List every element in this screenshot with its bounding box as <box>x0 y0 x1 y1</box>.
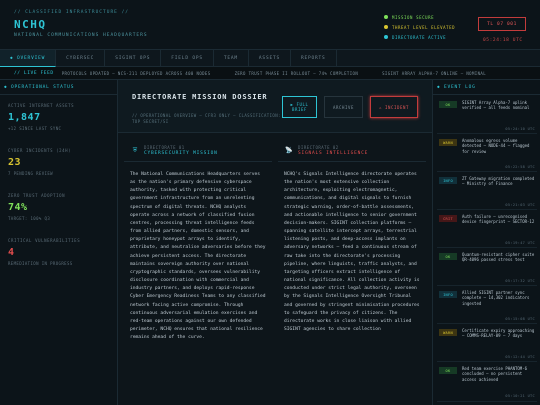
event-log-item[interactable]: CRIT Auth failure — unrecognised device … <box>437 212 537 248</box>
mission-dossier-panel: DIRECTORATE MISSION DOSSIER // OPERATION… <box>118 80 432 405</box>
severity-badge: OK <box>439 367 457 374</box>
tab-field-ops[interactable]: FIELD OPS <box>161 50 214 67</box>
status-directorate: DIRECTORATE ACTIVE <box>384 32 455 42</box>
app-logo[interactable]: NCHQ <box>14 18 47 31</box>
system-status-list: MISSION SECURE THREAT LEVEL ELEVATED DIR… <box>384 12 455 42</box>
metric-cyber-incidents: CYBER INCIDENTS (24H) 23 7 PENDING REVIE… <box>0 140 117 185</box>
severity-badge: WARN <box>439 329 457 336</box>
event-log-item[interactable]: WARN Certificate expiry approaching — CO… <box>437 326 537 362</box>
cyber-column-header: ⛨ DIRECTORATE 01 CYBERSECURITY MISSION <box>124 140 272 162</box>
metric-zero-trust: ZERO TRUST ADOPTION 74% TARGET: 100% Q3 <box>0 185 117 230</box>
metric-critical-vulns: CRITICAL VULNERABILITIES 4 REMEDIATION I… <box>0 230 117 275</box>
tab-cybersec[interactable]: CYBERSEC <box>56 50 106 67</box>
live-feed-ticker: // LIVE FEED PROTOCOLS UPDATED — NCS-211… <box>0 67 540 80</box>
ticker-item: ZERO TRUST PHASE II ROLLOUT — 74% COMPLE… <box>234 70 359 76</box>
incident-button[interactable]: ⚠ INCIDENT <box>370 96 418 118</box>
operational-status-panel: ◆ OPERATIONAL STATUS ACTIVE INTERNET ASS… <box>0 80 118 405</box>
section-title: SIGNALS INTELLIGENCE <box>298 150 369 156</box>
status-threat: THREAT LEVEL ELEVATED <box>384 22 455 32</box>
top-header: // CLASSIFIED INFRASTRUCTURE // NCHQ NAT… <box>0 0 540 50</box>
status-dot-icon <box>384 15 388 19</box>
severity-badge: OK <box>439 101 457 108</box>
tab-team[interactable]: TEAM <box>214 50 249 67</box>
sigint-column: 📡 DIRECTORATE 02 SIGNALS INTELLIGENCE NC… <box>278 140 426 405</box>
threat-level-button[interactable]: TL 07 001 <box>478 17 526 31</box>
satellite-dish-icon: 📡 <box>285 147 293 154</box>
metric-value: 4 <box>8 247 15 258</box>
event-log-panel: ◆ EVENT LOG OK SIGINT Array Alpha-7 upli… <box>432 80 540 405</box>
dossier-header: DIRECTORATE MISSION DOSSIER // OPERATION… <box>118 80 432 133</box>
severity-badge: INFO <box>439 177 457 184</box>
event-log-item[interactable]: WARN Anomalous egress volume detected — … <box>437 136 537 172</box>
severity-badge: CRIT <box>439 215 457 222</box>
severity-badge: OK <box>439 253 457 260</box>
ticker-label: // LIVE FEED <box>14 70 54 76</box>
metric-internet-assets: ACTIVE INTERNET ASSETS 1,847 +12 SINCE L… <box>0 95 117 140</box>
event-log-item[interactable]: OK Red team exercise PHANTOM-6 concluded… <box>437 364 537 402</box>
section-title: CYBERSECURITY MISSION <box>144 150 218 156</box>
tab-overview[interactable]: ◆ OVERVIEW <box>0 50 57 67</box>
app-subtitle: NATIONAL COMMUNICATIONS HEADQUARTERS <box>14 33 148 38</box>
classification-banner: // CLASSIFIED INFRASTRUCTURE // <box>14 10 129 15</box>
breadcrumb: // OPERATIONAL OVERVIEW — CFR3 ONLY — CL… <box>132 113 281 124</box>
sigint-column-header: 📡 DIRECTORATE 02 SIGNALS INTELLIGENCE <box>278 140 426 162</box>
tab-assets[interactable]: ASSETS <box>249 50 291 67</box>
ticker-item: PROTOCOLS UPDATED — NCS-211 DEPLOYED ACR… <box>61 70 211 76</box>
panel-heading: ◆ EVENT LOG <box>433 80 540 95</box>
ticker-item: SIGINT ARRAY ALPHA-7 ONLINE — NOMINAL <box>382 70 487 76</box>
event-log-item[interactable]: OK Quantum-resistant cipher suite QR-409… <box>437 250 537 286</box>
status-dot-icon <box>384 35 388 39</box>
event-log-item[interactable]: INFO ZT Gateway migration completed — Mi… <box>437 174 537 210</box>
metric-value: 1,847 <box>8 112 41 123</box>
cybersecurity-column: ⛨ DIRECTORATE 01 CYBERSECURITY MISSION T… <box>124 140 272 405</box>
status-mission: MISSION SECURE <box>384 12 455 22</box>
metric-value: 74% <box>8 202 28 213</box>
event-log-item[interactable]: OK SIGINT Array Alpha-7 uplink verified … <box>437 98 537 134</box>
status-dot-icon <box>384 25 388 29</box>
panel-heading: ◆ OPERATIONAL STATUS <box>0 80 117 95</box>
severity-badge: WARN <box>439 139 457 146</box>
sigint-mission-text: NCHQ's Signals Intelligence directorate … <box>284 172 420 332</box>
severity-badge: INFO <box>439 291 457 298</box>
shield-icon: ⛨ <box>132 146 138 154</box>
tab-sigint-ops[interactable]: SIGINT OPS <box>105 50 162 67</box>
main-nav-tabs: ◆ OVERVIEW CYBERSEC SIGINT OPS FIELD OPS… <box>0 50 540 67</box>
full-brief-button[interactable]: ▶ FULL BRIEF <box>282 96 317 118</box>
event-log-item[interactable]: INFO Allied SIGINT partner sync complete… <box>437 288 537 324</box>
page-title: DIRECTORATE MISSION DOSSIER <box>132 93 268 101</box>
utc-clock: 05:24:18 UTC <box>483 38 523 43</box>
metric-value: 23 <box>8 157 22 168</box>
cyber-mission-text: The National Communications Headquarters… <box>130 172 266 341</box>
archive-button[interactable]: ARCHIVE <box>324 96 363 118</box>
tab-reports[interactable]: REPORTS <box>291 50 337 67</box>
